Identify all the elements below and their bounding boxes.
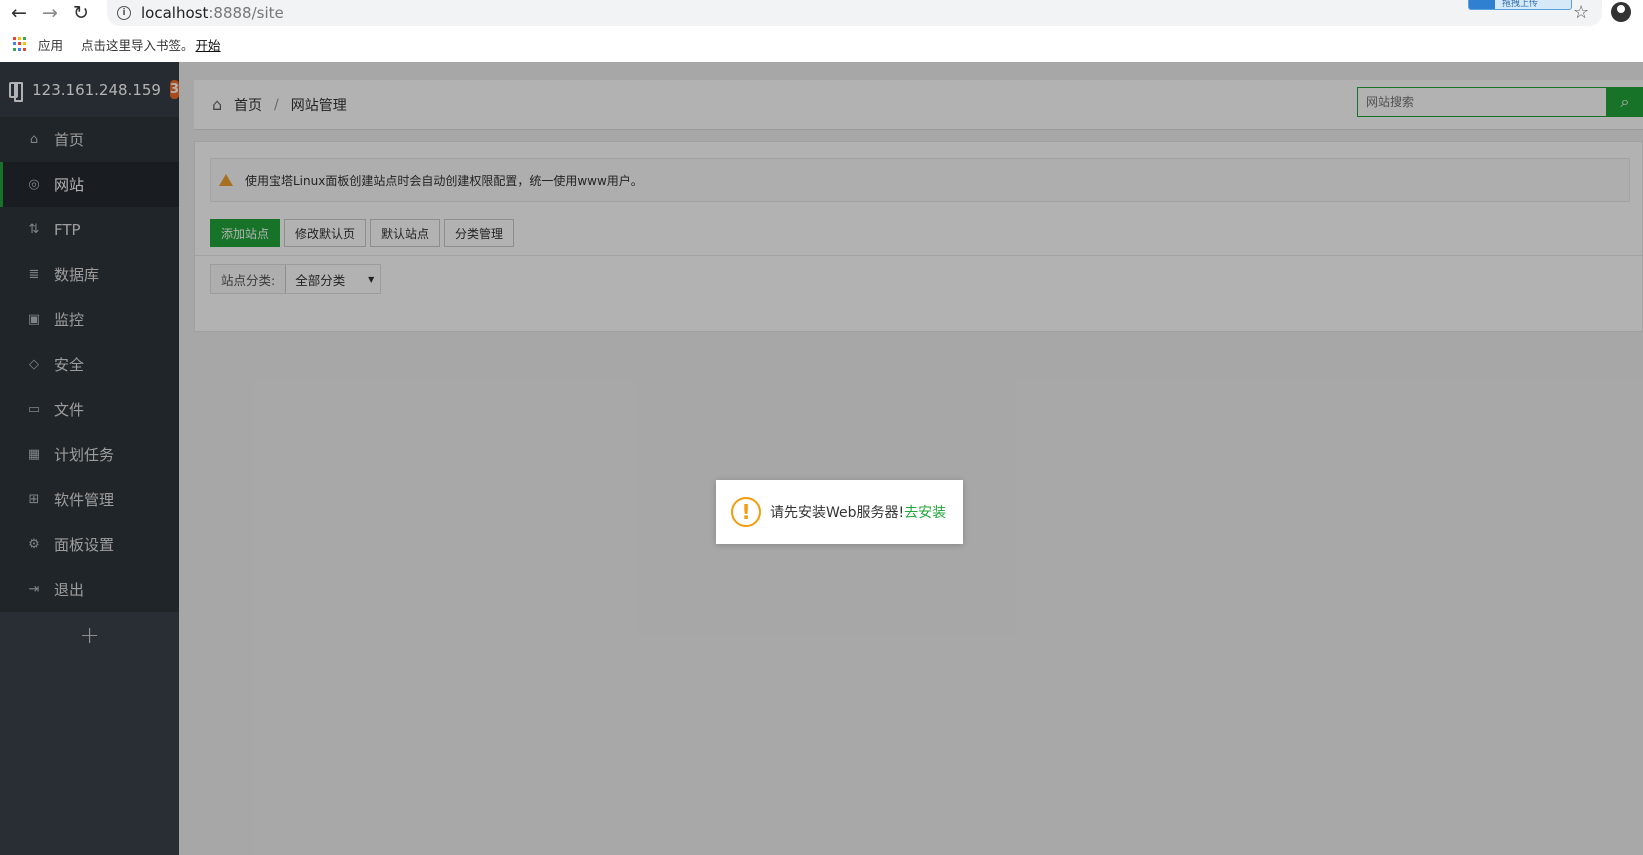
import-bookmarks-text: 点击这里导入书签。	[81, 37, 194, 53]
install-link[interactable]: 去安装	[904, 502, 946, 522]
browser-chrome: ← → ↻ i localhost:8888/site 拖拽上传 ☆ 应用 点击…	[0, 0, 1643, 63]
import-bookmarks-link[interactable]: 开始	[196, 35, 221, 54]
url-path: :8888/site	[208, 4, 284, 22]
url-host: localhost	[141, 4, 209, 22]
site-info-icon[interactable]: i	[117, 6, 131, 20]
account-icon[interactable]	[1611, 2, 1631, 22]
exclamation-icon: !	[731, 497, 761, 527]
bookmarks-bar: 应用 点击这里导入书签。 开始	[0, 30, 221, 58]
back-arrow-icon[interactable]: ←	[6, 0, 32, 26]
apps-bookmark[interactable]: 应用	[38, 35, 63, 54]
apps-grid-icon[interactable]	[13, 36, 28, 52]
reload-icon[interactable]: ↻	[68, 0, 94, 26]
extension-label: 拖拽上传	[1501, 0, 1538, 9]
dialog-message: 请先安装Web服务器!	[770, 505, 905, 521]
address-bar[interactable]: i localhost:8888/site	[107, 0, 1602, 26]
install-web-server-dialog: ! 请先安装Web服务器! 去安装	[716, 480, 963, 544]
extension-logo-icon	[1469, 0, 1495, 9]
extension-button[interactable]: 拖拽上传	[1468, 0, 1572, 10]
forward-arrow-icon[interactable]: →	[37, 0, 63, 26]
bookmark-star-icon[interactable]: ☆	[1573, 2, 1589, 23]
modal-overlay[interactable]	[0, 62, 1643, 855]
